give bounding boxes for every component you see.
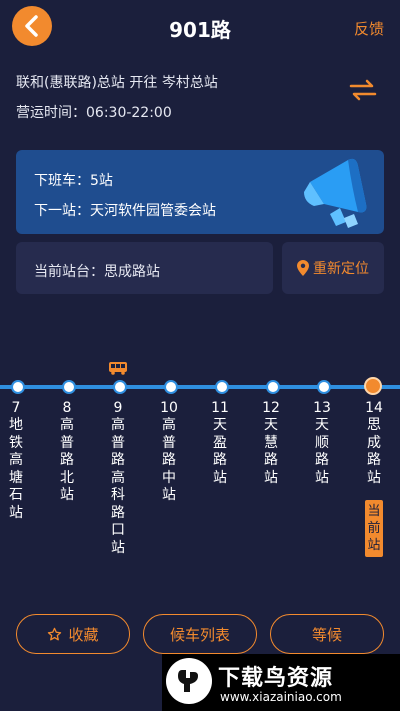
stop-name[interactable]: 高普路中站 xyxy=(159,417,179,505)
stop-number[interactable]: 7 xyxy=(6,400,26,416)
watermark-title: 下载鸟资源 xyxy=(218,666,334,691)
bird-logo-icon xyxy=(178,670,198,692)
stop-name[interactable]: 天慧路站 xyxy=(261,417,281,487)
stop-number[interactable]: 14 xyxy=(364,400,384,416)
watermark-url: www.xiazainiao.com xyxy=(220,690,342,704)
stop-dot xyxy=(113,380,127,394)
relocate-button[interactable]: 重新定位 xyxy=(282,242,384,294)
location-pin-icon xyxy=(297,260,309,276)
stop-number[interactable]: 12 xyxy=(261,400,281,416)
stop-name[interactable]: 地铁高塘石站 xyxy=(6,417,26,522)
stop-number[interactable]: 8 xyxy=(57,400,77,416)
stop-dot xyxy=(317,380,331,394)
stop-number[interactable]: 10 xyxy=(159,400,179,416)
stop-number[interactable]: 11 xyxy=(210,400,230,416)
favorite-label: 收藏 xyxy=(68,625,99,644)
stop-name[interactable]: 高普路高科路口站 xyxy=(108,417,128,557)
stop-dot xyxy=(164,380,178,394)
bus-list-label: 候车列表 xyxy=(169,625,230,644)
wait-label: 等候 xyxy=(311,625,342,644)
stop-name[interactable]: 天顺路站 xyxy=(312,417,332,487)
current-stop-marker xyxy=(364,377,382,395)
relocate-label: 重新定位 xyxy=(313,261,369,277)
stop-number[interactable]: 9 xyxy=(108,400,128,416)
bus-list-button[interactable]: 候车列表 xyxy=(143,614,257,654)
off-duty-bus-info: 下班车：5站 xyxy=(34,173,113,189)
stop-dot xyxy=(11,380,25,394)
operating-hours: 营运时间：06:30-22:00 xyxy=(16,105,172,121)
stop-name[interactable]: 天盈路站 xyxy=(210,417,230,487)
stop-name[interactable]: 思成路站 xyxy=(364,417,384,487)
megaphone-icon xyxy=(304,158,367,228)
page-title: 901路 xyxy=(169,18,231,42)
favorite-button[interactable]: 收藏 xyxy=(16,614,130,654)
star-outline-icon xyxy=(48,627,62,640)
watermark-logo xyxy=(166,658,212,704)
swap-direction-icon[interactable] xyxy=(348,78,378,102)
wait-button[interactable]: 等候 xyxy=(270,614,384,654)
current-station-label: 当前站台：思成路站 xyxy=(34,264,160,280)
stop-dot xyxy=(62,380,76,394)
stop-dot xyxy=(266,380,280,394)
bus-icon xyxy=(109,362,127,375)
route-line xyxy=(0,385,400,389)
current-stop-badge: 当前站 xyxy=(365,500,383,557)
route-direction: 联和(惠联路)总站 开往 岑村总站 xyxy=(16,75,218,91)
stop-dot xyxy=(215,380,229,394)
feedback-link[interactable]: 反馈 xyxy=(354,18,384,39)
stop-number[interactable]: 13 xyxy=(312,400,332,416)
next-stop-info: 下一站：天河软件园管委会站 xyxy=(34,203,216,219)
stop-name[interactable]: 高普路北站 xyxy=(57,417,77,505)
